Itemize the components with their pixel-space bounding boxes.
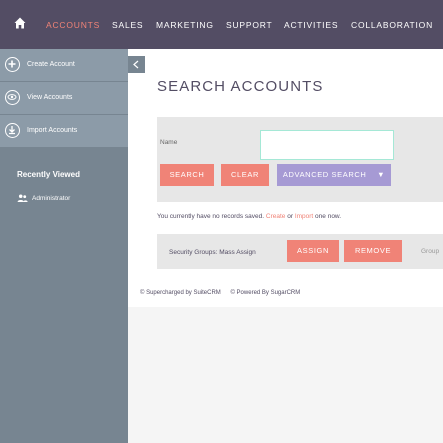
page-title: SEARCH ACCOUNTS bbox=[157, 78, 324, 95]
advanced-search-label: ADVANCED SEARCH bbox=[282, 170, 367, 179]
mass-assign-label: Security Groups: Mass Assign bbox=[169, 249, 256, 256]
recent-item-label: Administrator bbox=[32, 194, 71, 202]
caret-down-icon: ▼ bbox=[377, 170, 386, 179]
group-label: Group bbox=[421, 248, 440, 255]
no-records-message: You currently have no records saved. Cre… bbox=[157, 213, 341, 220]
collapse-arrow-icon bbox=[133, 60, 139, 69]
name-label: Name bbox=[160, 139, 178, 146]
nav-collaboration[interactable]: COLLABORATION bbox=[351, 20, 433, 30]
nav-support[interactable]: SUPPORT bbox=[226, 20, 273, 30]
sidebar-action-view-accounts[interactable]: View Accounts bbox=[0, 82, 128, 115]
sidebar-collapse-button[interactable] bbox=[128, 56, 145, 73]
users-icon bbox=[17, 194, 28, 202]
sidebar-action-label: View Accounts bbox=[27, 94, 73, 101]
recently-viewed-title: Recently Viewed bbox=[17, 170, 80, 179]
no-records-suffix: one now. bbox=[315, 213, 342, 220]
eye-circle-icon bbox=[5, 90, 20, 105]
top-navigation-bar: ACCOUNTS SALES MARKETING SUPPORT ACTIVIT… bbox=[0, 0, 443, 49]
no-records-prefix: You currently have no records saved. bbox=[157, 213, 265, 220]
footer: © Supercharged by SuiteCRM © Powered By … bbox=[140, 290, 308, 296]
nav-accounts[interactable]: ACCOUNTS bbox=[46, 20, 100, 30]
advanced-search-button[interactable]: ADVANCED SEARCH ▼ bbox=[277, 164, 391, 186]
clear-button[interactable]: CLEAR bbox=[221, 164, 269, 186]
nav-sales[interactable]: SALES bbox=[112, 20, 143, 30]
no-records-or: or bbox=[287, 213, 293, 220]
nav-marketing[interactable]: MARKETING bbox=[156, 20, 214, 30]
sidebar-action-import-accounts[interactable]: Import Accounts bbox=[0, 115, 128, 148]
create-link[interactable]: Create bbox=[266, 213, 286, 220]
supercharged-link[interactable]: © Supercharged by SuiteCRM bbox=[140, 290, 221, 296]
sidebar-action-label: Create Account bbox=[27, 61, 75, 68]
remove-button[interactable]: REMOVE bbox=[344, 240, 402, 262]
plus-circle-icon bbox=[5, 57, 20, 72]
recent-item-administrator[interactable]: Administrator bbox=[17, 194, 70, 202]
import-circle-icon bbox=[5, 123, 20, 138]
nav-activities[interactable]: ACTIVITIES bbox=[284, 20, 338, 30]
import-link[interactable]: Import bbox=[295, 213, 313, 220]
powered-link[interactable]: © Powered By SugarCRM bbox=[230, 290, 300, 296]
home-icon[interactable] bbox=[14, 17, 26, 29]
sidebar-action-create-account[interactable]: Create Account bbox=[0, 49, 128, 82]
search-button[interactable]: SEARCH bbox=[160, 164, 214, 186]
name-search-input[interactable] bbox=[260, 130, 394, 160]
assign-button[interactable]: ASSIGN bbox=[287, 240, 339, 262]
sidebar-action-label: Import Accounts bbox=[27, 127, 78, 134]
